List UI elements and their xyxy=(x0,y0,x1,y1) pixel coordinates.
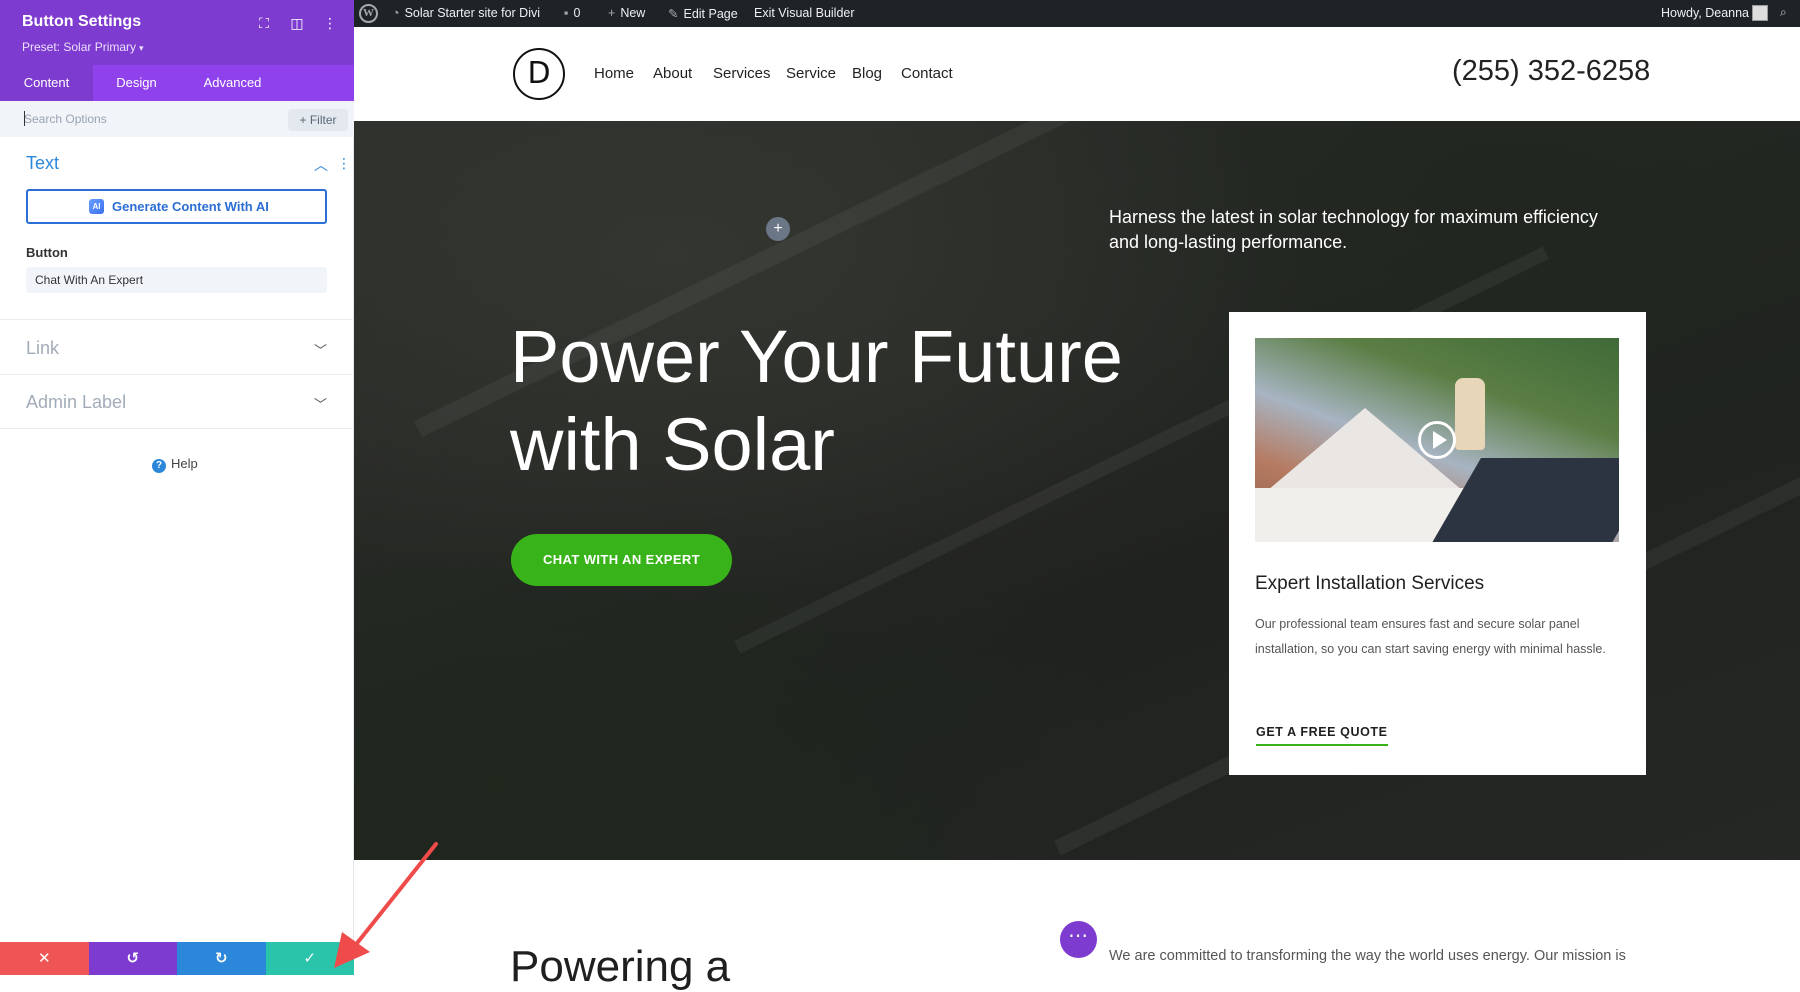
hero-title: Power Your Future with Solar xyxy=(510,315,1123,486)
exit-visual-builder-link[interactable]: Exit Visual Builder xyxy=(754,6,855,20)
panel-footer: ✕ ↺ ↻ ✓ xyxy=(0,942,354,975)
close-icon: ✕ xyxy=(37,950,51,967)
avatar[interactable] xyxy=(1752,5,1768,21)
tab-content[interactable]: Content xyxy=(0,65,93,101)
checkmark-icon: ✓ xyxy=(303,950,317,967)
ai-button-label: Generate Content With AI xyxy=(112,199,269,214)
undo-icon: ↺ xyxy=(126,950,140,967)
nav-services[interactable]: Services xyxy=(713,65,771,82)
button-field-label: Button xyxy=(26,245,68,260)
play-icon[interactable] xyxy=(1418,421,1456,459)
dashboard-icon: ◔ xyxy=(392,6,400,20)
plus-icon: + xyxy=(608,6,616,20)
panel-header: Button Settings Preset: Solar Primary ▾ ⛶… xyxy=(0,0,354,65)
chevron-down-icon: ﹀ xyxy=(314,343,328,358)
undo-button[interactable]: ↺ xyxy=(88,942,177,975)
panel-title: Button Settings xyxy=(22,13,142,30)
nav-about[interactable]: About xyxy=(653,65,692,82)
new-label: New xyxy=(620,6,646,20)
card-title: Expert Installation Services xyxy=(1255,573,1485,594)
installation-video-thumbnail[interactable] xyxy=(1255,338,1619,542)
split-view-icon[interactable]: ◫ xyxy=(288,14,306,32)
nav-contact[interactable]: Contact xyxy=(901,65,953,82)
edit-page-link[interactable]: ✎ Edit Page xyxy=(668,6,738,21)
link-section-title: Link xyxy=(26,338,60,358)
search-options-input[interactable] xyxy=(24,110,274,128)
chat-with-expert-button[interactable]: CHAT WITH AN EXPERT xyxy=(511,534,732,586)
text-section-toggle[interactable]: Text xyxy=(26,153,59,174)
free-quote-link[interactable]: GET A FREE QUOTE xyxy=(1256,725,1388,746)
site-header: D Home About Services Service Blog Conta… xyxy=(354,27,1800,121)
settings-panel: Button Settings Preset: Solar Primary ▾ ⛶… xyxy=(0,0,354,975)
card-description: Our professional team ensures fast and s… xyxy=(1255,617,1606,656)
filter-button[interactable]: + Filter xyxy=(288,109,348,131)
more-options-icon[interactable]: ⋮ xyxy=(321,14,339,32)
edit-page-label: Edit Page xyxy=(683,7,738,21)
caret-down-icon: ▾ xyxy=(139,43,144,53)
comments-count: 0 xyxy=(573,6,581,20)
tab-advanced[interactable]: Advanced xyxy=(180,65,285,101)
nav-service[interactable]: Service xyxy=(786,65,836,82)
site-logo[interactable]: D xyxy=(513,48,565,100)
fullscreen-icon[interactable]: ⛶ xyxy=(255,14,273,32)
plus-icon: + xyxy=(299,113,310,127)
worker-figure xyxy=(1455,378,1485,450)
generate-ai-content-button[interactable]: AI Generate Content With AI xyxy=(26,189,327,224)
ai-icon: AI xyxy=(89,199,104,214)
question-icon: ? xyxy=(152,459,166,473)
section-text: We are committed to transforming the way… xyxy=(1109,948,1626,964)
nav-home[interactable]: Home xyxy=(594,65,634,82)
hero-tagline: Harness the latest in solar technology f… xyxy=(1109,207,1598,252)
button-text-input[interactable]: Chat With An Expert xyxy=(26,267,327,293)
comment-icon: ▪ xyxy=(564,6,569,20)
wp-admin-bar: W ◔ Solar Starter site for Divi ▪ 0 + New ✎… xyxy=(354,0,1800,27)
nav-blog[interactable]: Blog xyxy=(852,65,882,82)
panel-tabs: Content Design Advanced xyxy=(0,65,354,101)
service-card: Expert Installation Services Our profess… xyxy=(1229,312,1646,775)
help-link[interactable]: ? Help xyxy=(152,456,198,473)
comments-link[interactable]: ▪ 0 xyxy=(564,6,580,20)
phone-number[interactable]: (255) 352-6258 xyxy=(1452,55,1650,88)
link-section[interactable]: Link ﹀ xyxy=(0,321,354,375)
chevron-down-icon: ﹀ xyxy=(314,397,328,412)
filter-label: Filter xyxy=(309,113,337,127)
redo-button[interactable]: ↻ xyxy=(177,942,266,975)
add-module-button[interactable]: + xyxy=(766,217,790,241)
site-name-link[interactable]: ◔ Solar Starter site for Divi xyxy=(392,6,540,20)
text-section: Text ︿ ⋮ AI Generate Content With AI But… xyxy=(0,137,354,320)
new-content-link[interactable]: + New xyxy=(608,6,645,20)
preset-selector[interactable]: Preset: Solar Primary ▾ xyxy=(22,40,144,54)
section-title: Powering a xyxy=(510,942,731,991)
preset-label: Preset: Solar Primary xyxy=(22,40,137,54)
search-icon[interactable]: ⌕ xyxy=(1780,5,1787,20)
play-triangle xyxy=(1433,431,1447,449)
site-name: Solar Starter site for Divi xyxy=(404,6,541,20)
save-button[interactable]: ✓ xyxy=(265,942,354,975)
section-options-icon[interactable]: ⋯ xyxy=(1060,921,1097,958)
section-options-icon[interactable]: ⋮ xyxy=(337,155,351,172)
hero-section: + Harness the latest in solar technology… xyxy=(354,121,1800,860)
about-section: ⋯ Powering a We are committed to transfo… xyxy=(354,860,1800,991)
wordpress-logo-icon[interactable]: W xyxy=(359,4,378,23)
pencil-icon: ✎ xyxy=(668,7,679,21)
admin-label-section-title: Admin Label xyxy=(26,392,127,412)
text-cursor xyxy=(24,111,25,126)
account-greeting[interactable]: Howdy, Deanna xyxy=(1661,6,1749,20)
admin-label-section[interactable]: Admin Label ﹀ xyxy=(0,375,354,429)
cancel-button[interactable]: ✕ xyxy=(0,942,89,975)
help-label: Help xyxy=(171,456,198,471)
chevron-up-icon[interactable]: ︿ xyxy=(314,155,328,175)
redo-icon: ↻ xyxy=(214,950,228,967)
tab-design[interactable]: Design xyxy=(93,65,180,101)
search-bar: + Filter xyxy=(0,101,354,137)
